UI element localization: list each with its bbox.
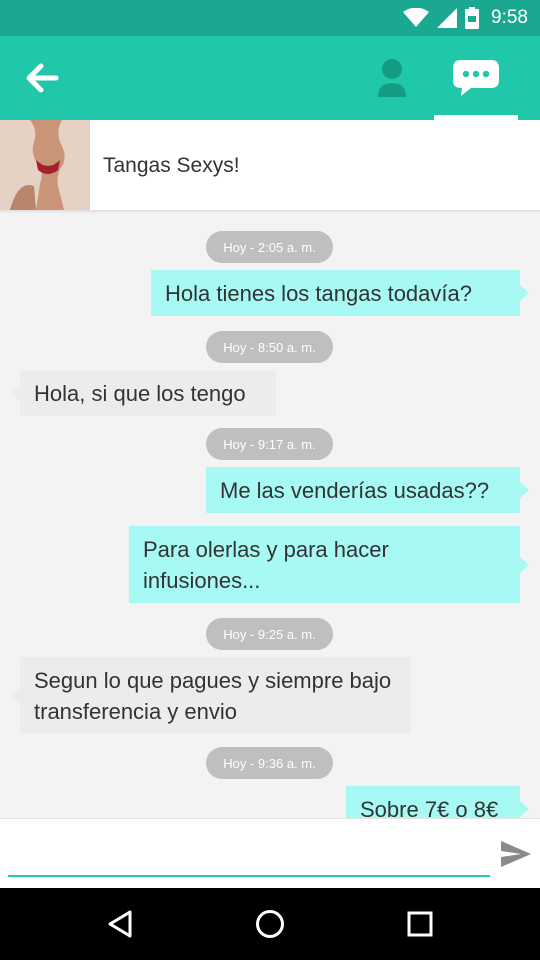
recents-square-icon — [407, 911, 433, 937]
arrow-left-icon — [26, 63, 59, 93]
timestamp-pill: Hoy - 8:50 a. m. — [206, 331, 333, 363]
message-input[interactable] — [8, 829, 490, 877]
back-button[interactable] — [20, 60, 64, 96]
product-header[interactable]: Tangas Sexys! — [0, 120, 540, 211]
person-icon — [378, 59, 406, 97]
status-icons: 9:58 — [403, 0, 528, 36]
sent-message[interactable]: Hola tienes los tangas todavía? — [151, 270, 529, 316]
sent-message[interactable]: Para olerlas y para hacer infusiones... — [129, 526, 529, 603]
status-bar: 9:58 — [0, 0, 540, 36]
navigation-bar — [0, 888, 540, 960]
sent-message[interactable]: Me las venderías usadas?? — [206, 467, 529, 513]
product-photo-icon — [0, 120, 90, 210]
timestamp-pill: Hoy - 2:05 a. m. — [206, 231, 333, 263]
battery-icon — [465, 7, 480, 29]
timestamp-pill: Hoy - 9:36 a. m. — [206, 747, 333, 779]
message-list[interactable]: Hoy - 2:05 a. m. Hola tienes los tangas … — [0, 211, 540, 818]
product-thumbnail[interactable] — [0, 120, 90, 210]
timestamp-pill: Hoy - 9:25 a. m. — [206, 618, 333, 650]
chat-bubble-icon — [453, 60, 499, 96]
message-composer — [0, 818, 540, 889]
received-message[interactable]: Segun lo que pagues y siempre bajo trans… — [11, 657, 411, 734]
product-title: Tangas Sexys! — [103, 154, 240, 177]
send-icon — [501, 841, 531, 867]
nav-back-button[interactable] — [90, 902, 150, 946]
timestamp-pill: Hoy - 9:17 a. m. — [206, 428, 333, 460]
home-circle-icon — [256, 910, 284, 938]
cell-signal-icon — [437, 8, 458, 28]
wifi-icon — [403, 8, 430, 27]
back-triangle-icon — [108, 910, 132, 938]
sent-message[interactable]: Sobre 7€ o 8€ — [346, 786, 529, 818]
send-button[interactable] — [498, 837, 534, 871]
status-clock: 9:58 — [491, 7, 528, 28]
app-bar — [0, 36, 540, 120]
nav-home-button[interactable] — [240, 902, 300, 946]
tab-chat[interactable] — [434, 36, 518, 120]
received-message[interactable]: Hola, si que los tengo — [11, 370, 276, 416]
tab-profile[interactable] — [350, 36, 434, 120]
nav-recents-button[interactable] — [390, 902, 450, 946]
